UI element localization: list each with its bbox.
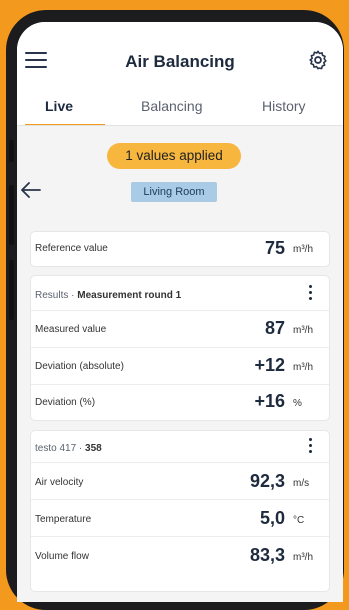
- results-prefix: Results ·: [35, 290, 78, 301]
- app-bar: Air Balancing: [17, 22, 343, 82]
- results-header: Results · Measurement round 1: [35, 290, 181, 301]
- tab-balancing[interactable]: Balancing: [141, 98, 203, 114]
- measured-unit: m³/h: [293, 325, 313, 336]
- tab-divider: [17, 125, 343, 126]
- measured-value: 87: [264, 318, 285, 338]
- measured-label: Measured value: [35, 324, 107, 335]
- page-title: Air Balancing: [125, 52, 235, 71]
- reference-card: Reference value 75 m³/h: [31, 232, 329, 266]
- list-item: Measured value 87 m³/h: [31, 310, 329, 347]
- volume-flow-value: 83,3: [249, 545, 285, 565]
- side-button: [9, 140, 14, 162]
- air-velocity-label: Air velocity: [35, 477, 84, 488]
- device-name: testo 417 ·: [35, 443, 86, 454]
- device-card: testo 417 · 358 Air velocity 92,3 m/s Te…: [31, 431, 329, 591]
- list-item: Deviation (absolute) +12 m³/h: [31, 347, 329, 384]
- values-applied-badge: 1 values applied: [107, 143, 241, 169]
- results-card: Results · Measurement round 1 Measured v…: [31, 276, 329, 420]
- list-item: Air velocity 92,3 m/s: [31, 462, 329, 499]
- gear-icon[interactable]: [307, 49, 329, 71]
- results-title: Measurement round 1: [77, 290, 182, 301]
- deviation-pct-value: +16: [254, 391, 285, 411]
- side-button: [9, 260, 14, 320]
- deviation-abs-value: +12: [254, 355, 285, 375]
- temperature-label: Temperature: [35, 514, 92, 525]
- tab-bar: Live Balancing History: [17, 82, 343, 126]
- deviation-abs-label: Deviation (absolute): [35, 361, 124, 372]
- air-velocity-value: 92,3: [249, 471, 285, 491]
- side-button: [9, 185, 14, 245]
- deviation-abs-unit: m³/h: [293, 362, 313, 373]
- list-item: Volume flow 83,3 m³/h: [31, 536, 329, 573]
- more-vertical-icon[interactable]: [309, 285, 313, 303]
- app-screen: Air Balancing Live Balancing History 1 v…: [17, 22, 343, 602]
- air-velocity-unit: m/s: [293, 478, 310, 489]
- tab-history[interactable]: History: [262, 98, 306, 114]
- list-item: Temperature 5,0 °C: [31, 499, 329, 536]
- device-header: testo 417 · 358: [35, 443, 102, 454]
- volume-flow-label: Volume flow: [35, 551, 89, 562]
- temperature-value: 5,0: [259, 508, 285, 528]
- room-tag[interactable]: Living Room: [131, 182, 217, 202]
- back-arrow-icon[interactable]: [21, 182, 41, 198]
- reference-label: Reference value: [35, 243, 108, 254]
- reference-unit: m³/h: [293, 244, 313, 255]
- temperature-unit: °C: [293, 515, 305, 526]
- more-vertical-icon[interactable]: [309, 438, 313, 456]
- list-item: Deviation (%) +16 %: [31, 384, 329, 420]
- deviation-pct-unit: %: [293, 398, 302, 409]
- volume-flow-unit: m³/h: [293, 552, 313, 563]
- device-serial: 358: [85, 443, 102, 454]
- deviation-pct-label: Deviation (%): [35, 397, 96, 408]
- tab-live[interactable]: Live: [45, 98, 73, 114]
- reference-value: 75: [264, 238, 285, 258]
